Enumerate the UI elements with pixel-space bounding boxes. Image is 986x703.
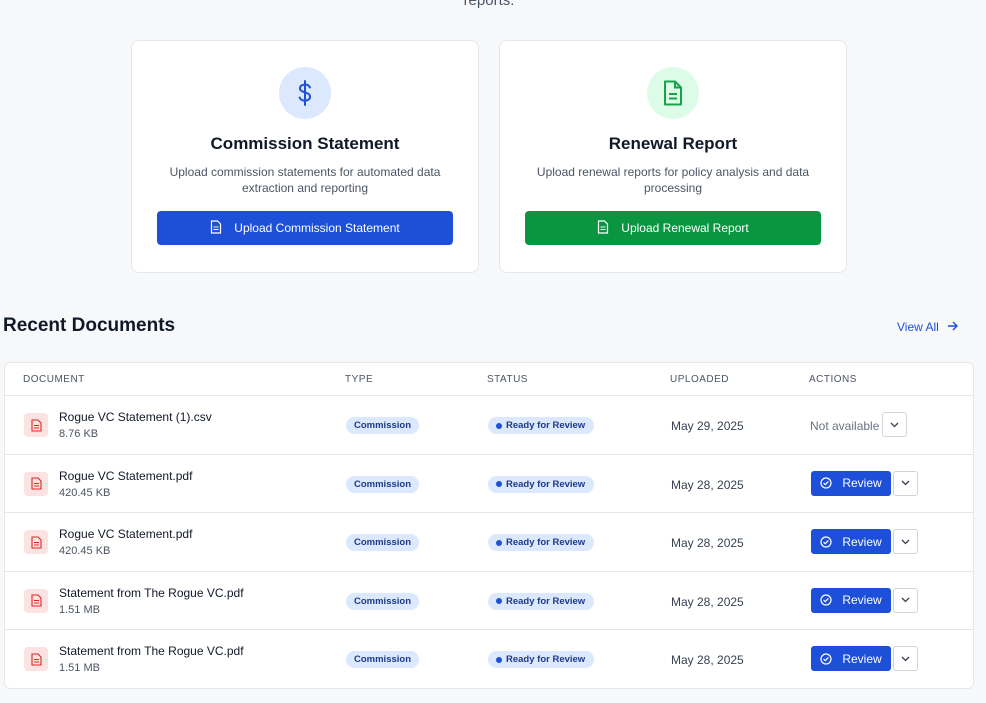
document-icon (647, 67, 699, 119)
chevron-down-icon (901, 539, 910, 544)
row-actions-dropdown[interactable] (893, 529, 918, 554)
view-all-link[interactable]: View All (897, 320, 958, 334)
uploaded-date: May 29, 2025 (671, 419, 744, 433)
status-badge: Ready for Review (488, 592, 595, 610)
chevron-down-icon (901, 597, 910, 603)
type-badge: Commission (346, 475, 420, 493)
file-icon (24, 647, 48, 671)
arrow-right-icon (947, 320, 958, 334)
chevron-down-icon (901, 656, 910, 661)
button-label: Upload Renewal Report (621, 221, 749, 235)
review-button[interactable]: Review (811, 587, 891, 613)
review-label: Review (842, 593, 882, 607)
status-badge: Ready for Review (488, 475, 595, 493)
table-row: Statement from The Rogue VC.pdf 1.51 MB … (5, 572, 973, 630)
status-label: Ready for Review (506, 537, 586, 548)
uploaded-date: May 28, 2025 (671, 477, 744, 492)
review-label: Review (842, 476, 882, 490)
column-header: STATUS (487, 374, 528, 385)
column-header: UPLOADED (670, 374, 730, 385)
document-size: 1.51 MB (59, 603, 100, 616)
chevron-down-icon (890, 422, 899, 427)
recent-documents-table: DOCUMENT TYPE STATUS UPLOADED ACTIONS Ro… (4, 362, 974, 689)
column-header: DOCUMENT (23, 374, 85, 385)
check-circle-icon (820, 535, 832, 548)
upload-commission-statement-button[interactable]: Upload Commission Statement (157, 211, 453, 245)
file-icon (24, 588, 48, 613)
type-badge: Commission (346, 417, 420, 434)
review-button[interactable]: Review (811, 646, 891, 671)
type-badge: Commission (346, 534, 420, 551)
row-actions-dropdown[interactable] (893, 587, 918, 613)
review-button[interactable]: Review (811, 470, 891, 496)
status-label: Ready for Review (506, 654, 586, 665)
intro-text: reports. (463, 0, 515, 9)
check-circle-icon (820, 477, 832, 489)
document-name: Statement from The Rogue VC.pdf (59, 644, 244, 658)
review-label: Review (842, 534, 882, 549)
table-row: Rogue VC Statement (1).csv 8.76 KB Commi… (5, 396, 973, 455)
chevron-down-icon (901, 480, 910, 486)
document-icon (210, 219, 222, 237)
document-size: 420.45 KB (59, 486, 111, 499)
action-unavailable-text: Not available (810, 419, 880, 433)
status-label: Ready for Review (506, 478, 586, 490)
document-name: Statement from The Rogue VC.pdf (59, 585, 244, 600)
document-size: 1.51 MB (59, 662, 100, 674)
uploaded-date: May 28, 2025 (671, 653, 744, 667)
uploaded-date: May 28, 2025 (671, 536, 744, 550)
commission-statement-card: Commission Statement Upload commission s… (131, 40, 479, 273)
recent-documents-title: Recent Documents (3, 315, 176, 336)
table-row: Rogue VC Statement.pdf 420.45 KB Commiss… (5, 513, 973, 572)
type-badge: Commission (346, 651, 420, 668)
column-header: ACTIONS (809, 374, 857, 385)
document-name: Rogue VC Statement.pdf (59, 468, 193, 483)
file-icon (24, 530, 48, 554)
upload-renewal-report-button[interactable]: Upload Renewal Report (525, 211, 821, 245)
row-actions-dropdown[interactable] (893, 470, 918, 496)
status-label: Ready for Review (506, 595, 586, 607)
button-label: Upload Commission Statement (234, 221, 400, 235)
table-header: DOCUMENT TYPE STATUS UPLOADED ACTIONS (5, 363, 973, 396)
table-row: Statement from The Rogue VC.pdf 1.51 MB … (5, 630, 973, 688)
document-icon (597, 219, 609, 237)
type-badge: Commission (346, 592, 420, 610)
row-actions-dropdown[interactable] (882, 412, 907, 437)
status-badge: Ready for Review (488, 417, 595, 434)
renewal-report-card: Renewal Report Upload renewal reports fo… (499, 40, 847, 273)
check-circle-icon (820, 594, 832, 606)
document-name: Rogue VC Statement (1).csv (59, 410, 212, 424)
row-actions-dropdown[interactable] (893, 646, 918, 671)
check-circle-icon (820, 652, 832, 665)
review-label: Review (842, 651, 882, 666)
review-button[interactable]: Review (811, 529, 891, 554)
status-badge: Ready for Review (488, 534, 595, 551)
document-name: Rogue VC Statement.pdf (59, 527, 193, 541)
file-icon (24, 471, 48, 496)
card-description: Upload renewal reports for policy analys… (536, 165, 810, 195)
card-description: Upload commission statements for automat… (169, 165, 441, 195)
card-title: Commission Statement (210, 134, 400, 153)
status-badge: Ready for Review (488, 651, 595, 668)
column-header: TYPE (345, 374, 374, 385)
uploaded-date: May 28, 2025 (671, 594, 744, 609)
card-title: Renewal Report (608, 134, 738, 153)
document-size: 8.76 KB (59, 428, 99, 440)
status-label: Ready for Review (506, 420, 586, 431)
dollar-icon (279, 67, 331, 119)
file-icon (24, 413, 48, 437)
table-row: Rogue VC Statement.pdf 420.45 KB Commiss… (5, 455, 973, 513)
document-size: 420.45 KB (59, 545, 111, 557)
view-all-label: View All (897, 320, 939, 334)
